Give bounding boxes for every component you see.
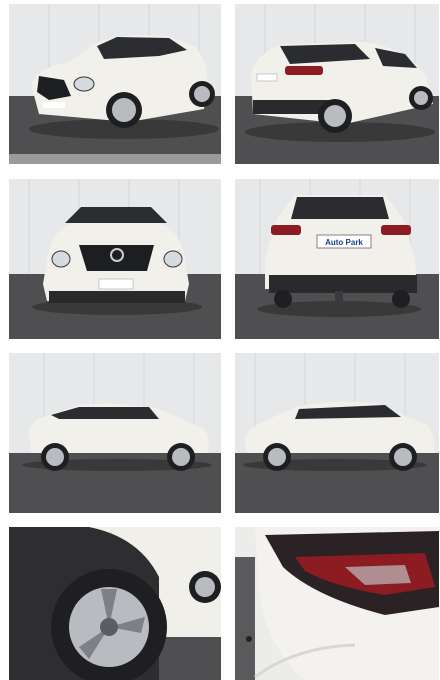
photo-wheel-closeup[interactable]	[9, 527, 221, 680]
car-rear-three-quarter-image	[235, 4, 439, 164]
photo-rear-three-quarter[interactable]	[235, 4, 439, 164]
dealer-plate-text: Auto Park	[325, 238, 363, 247]
photo-right-side[interactable]	[235, 353, 439, 513]
photo-rear[interactable]: Auto Park	[235, 179, 439, 339]
car-left-side-image	[9, 353, 221, 513]
car-right-side-image	[235, 353, 439, 513]
photo-left-side[interactable]	[9, 353, 221, 513]
car-rear-image: Auto Park	[235, 179, 439, 339]
photo-gallery: Auto Park	[0, 0, 440, 680]
photo-taillight-closeup[interactable]	[235, 527, 439, 680]
wheel-closeup-image	[9, 527, 221, 680]
car-front-image	[9, 179, 221, 339]
photo-front[interactable]	[9, 179, 221, 339]
car-front-three-quarter-image	[9, 4, 221, 164]
photo-front-three-quarter[interactable]	[9, 4, 221, 164]
taillight-closeup-image	[235, 527, 439, 680]
